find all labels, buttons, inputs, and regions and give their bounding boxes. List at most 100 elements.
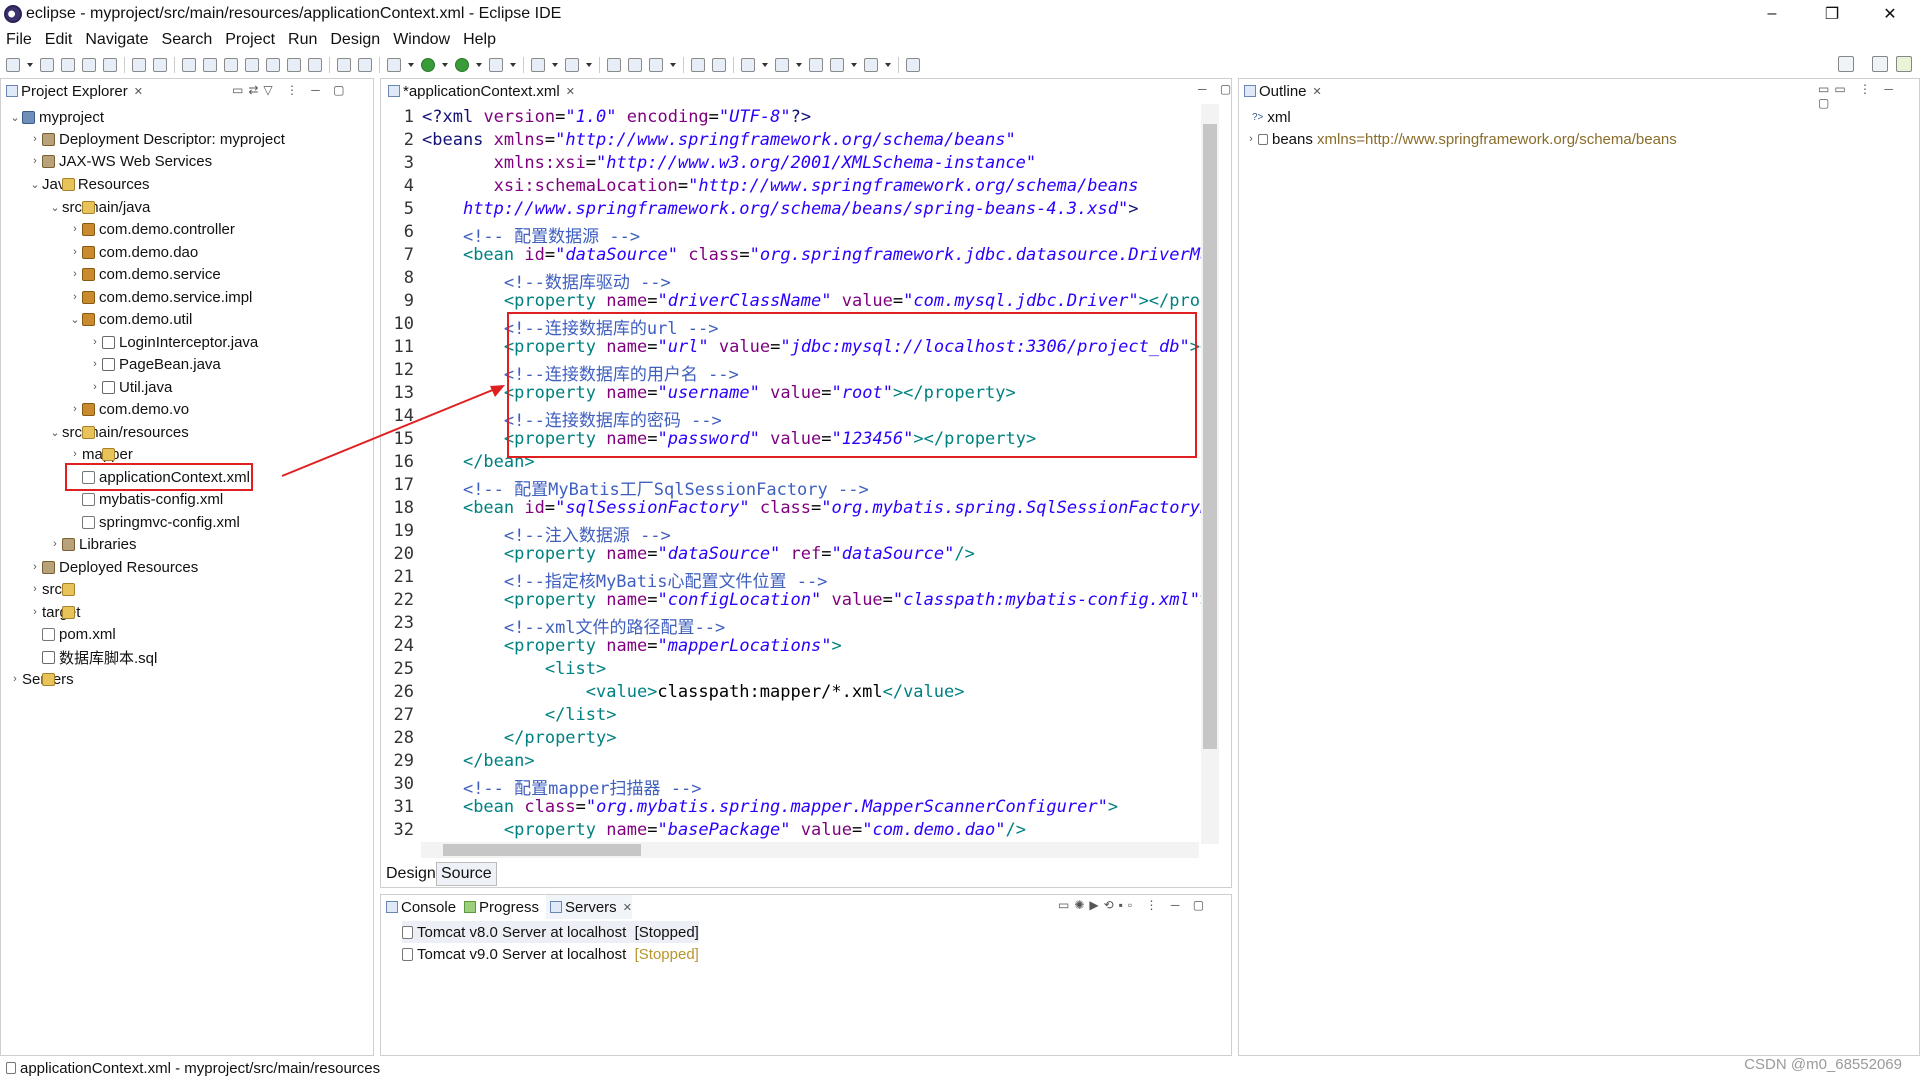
prev-annotation-icon[interactable] <box>775 58 789 72</box>
tab-source[interactable]: Source <box>436 862 497 886</box>
tree-item[interactable]: › com.demo.service.impl <box>68 286 252 308</box>
tree-item[interactable]: ›mapper <box>68 443 133 465</box>
external-tools-dropdown-icon[interactable] <box>510 58 516 72</box>
step-into-icon[interactable] <box>266 58 280 72</box>
tree-item[interactable]: 数据库脚本.sql <box>28 646 157 668</box>
tree-item[interactable]: › Deployment Descriptor: myproject <box>28 128 285 150</box>
forward-icon[interactable] <box>864 58 878 72</box>
annotation-icon[interactable] <box>691 58 705 72</box>
menu-window[interactable]: Window <box>393 31 450 49</box>
minimize-button[interactable]: – <box>1744 0 1800 28</box>
close-icon[interactable]: ✕ <box>1313 85 1322 98</box>
chevron-right-icon[interactable]: › <box>68 448 82 460</box>
chevron-right-icon[interactable]: › <box>68 223 82 235</box>
outline-item-beans[interactable]: › beans xmlns=http://www.springframework… <box>1244 128 1677 150</box>
tree-item[interactable]: › com.demo.controller <box>68 218 235 240</box>
chevron-right-icon[interactable]: › <box>28 155 42 167</box>
close-icon[interactable]: ✕ <box>134 85 143 98</box>
chevron-right-icon[interactable]: › <box>28 606 42 618</box>
open-perspective-external-icon[interactable] <box>906 58 920 72</box>
external-tools-icon[interactable] <box>489 58 503 72</box>
chevron-right-icon[interactable]: › <box>28 561 42 573</box>
new-server-dropdown-icon[interactable] <box>552 58 558 72</box>
tree-item[interactable]: applicationContext.xml <box>65 463 253 491</box>
tree-item[interactable]: ⌄ com.demo.util <box>68 308 192 330</box>
chevron-right-icon[interactable]: › <box>88 336 102 348</box>
forward-dropdown-icon[interactable] <box>885 58 891 72</box>
chevron-right-icon[interactable]: › <box>68 246 82 258</box>
tree-item[interactable]: springmvc-config.xml <box>68 511 240 533</box>
outline-controls[interactable]: ▭▭ ⋮ ─ ▢ <box>1818 82 1920 110</box>
last-edit-icon[interactable] <box>809 58 823 72</box>
tree-item[interactable]: ⌄ src/main/java <box>48 196 150 218</box>
prev-annotation-dropdown-icon[interactable] <box>796 58 802 72</box>
chevron-right-icon[interactable]: › <box>48 538 62 550</box>
step-over-icon[interactable] <box>287 58 301 72</box>
menu-run[interactable]: Run <box>288 31 317 49</box>
editor-horizontal-scroll-thumb[interactable] <box>443 844 641 856</box>
coverage-icon[interactable] <box>455 58 469 72</box>
tree-item[interactable]: › com.demo.service <box>68 263 221 285</box>
disconnect-icon[interactable] <box>245 58 259 72</box>
tree-item[interactable]: › Libraries <box>48 533 136 555</box>
tab-servers[interactable]: Servers ✕ <box>546 895 632 919</box>
tab-console[interactable]: Console <box>382 895 456 919</box>
tree-item[interactable]: › Util.java <box>88 376 172 398</box>
chevron-right-icon[interactable]: › <box>1244 133 1258 145</box>
tab-project-explorer[interactable]: Project Explorer ✕ <box>2 79 143 103</box>
close-icon[interactable]: ✕ <box>566 85 575 98</box>
chevron-down-icon[interactable]: ⌄ <box>48 426 62 439</box>
tab-progress[interactable]: Progress <box>460 895 539 919</box>
chevron-right-icon[interactable]: › <box>88 381 102 393</box>
chevron-right-icon[interactable]: › <box>68 403 82 415</box>
tree-item[interactable]: ⌄ src/main/resources <box>48 421 188 443</box>
terminate-icon[interactable] <box>224 58 238 72</box>
search-toolbar-icon[interactable] <box>649 58 663 72</box>
run-dropdown-icon[interactable] <box>442 58 448 72</box>
menu-edit[interactable]: Edit <box>45 31 73 49</box>
tree-item[interactable]: › Deployed Resources <box>28 556 198 578</box>
chevron-down-icon[interactable]: ⌄ <box>28 178 42 191</box>
pin-editor-icon[interactable] <box>712 58 726 72</box>
tree-item[interactable]: ⌄ myproject <box>8 106 104 128</box>
editor-vertical-scroll-thumb[interactable] <box>1203 124 1217 749</box>
run-icon[interactable] <box>421 58 435 72</box>
print-icon[interactable] <box>82 58 96 72</box>
tree-item[interactable]: › com.demo.dao <box>68 241 198 263</box>
menu-search[interactable]: Search <box>162 31 213 49</box>
menu-project[interactable]: Project <box>225 31 275 49</box>
tree-item[interactable]: › src <box>28 578 75 600</box>
debug-icon[interactable] <box>387 58 401 72</box>
chevron-right-icon[interactable]: › <box>28 133 42 145</box>
save-all-icon[interactable] <box>61 58 75 72</box>
next-annotation-icon[interactable] <box>741 58 755 72</box>
resume-icon[interactable] <box>182 58 196 72</box>
open-type-icon[interactable] <box>607 58 621 72</box>
tree-item[interactable]: › JAX-WS Web Services <box>28 150 212 172</box>
tree-item[interactable]: pom.xml <box>28 623 116 645</box>
tree-item[interactable]: ⌄ Java Resources <box>28 173 149 195</box>
chevron-right-icon[interactable]: › <box>8 673 22 685</box>
server-row[interactable]: Tomcat v9.0 Server at localhost [Stopped… <box>402 943 699 965</box>
search-dropdown-icon[interactable] <box>670 58 676 72</box>
step-return-icon[interactable] <box>308 58 322 72</box>
skip-breakpoints-icon[interactable] <box>153 58 167 72</box>
toggle-word-wrap-icon[interactable] <box>358 58 372 72</box>
new-java-class-icon[interactable] <box>565 58 579 72</box>
new-server-icon[interactable] <box>531 58 545 72</box>
next-annotation-dropdown-icon[interactable] <box>762 58 768 72</box>
server-row[interactable]: Tomcat v8.0 Server at localhost [Stopped… <box>402 921 699 943</box>
chevron-right-icon[interactable]: › <box>88 358 102 370</box>
open-task-icon[interactable] <box>628 58 642 72</box>
build-icon[interactable] <box>103 58 117 72</box>
tab-applicationcontext-xml[interactable]: *applicationContext.xml ✕ <box>384 79 575 103</box>
servers-controls[interactable]: ▭✺▶⟲▪▫ ⋮ ─ ▢ <box>1058 898 1209 912</box>
menu-navigate[interactable]: Navigate <box>85 31 148 49</box>
chevron-down-icon[interactable]: ⌄ <box>8 111 22 124</box>
tree-item[interactable]: ›target <box>28 601 80 623</box>
chevron-right-icon[interactable]: › <box>68 268 82 280</box>
search-icon[interactable] <box>1838 56 1854 72</box>
tree-item[interactable]: › com.demo.vo <box>68 398 189 420</box>
menu-help[interactable]: Help <box>463 31 496 49</box>
menu-design[interactable]: Design <box>330 31 380 49</box>
